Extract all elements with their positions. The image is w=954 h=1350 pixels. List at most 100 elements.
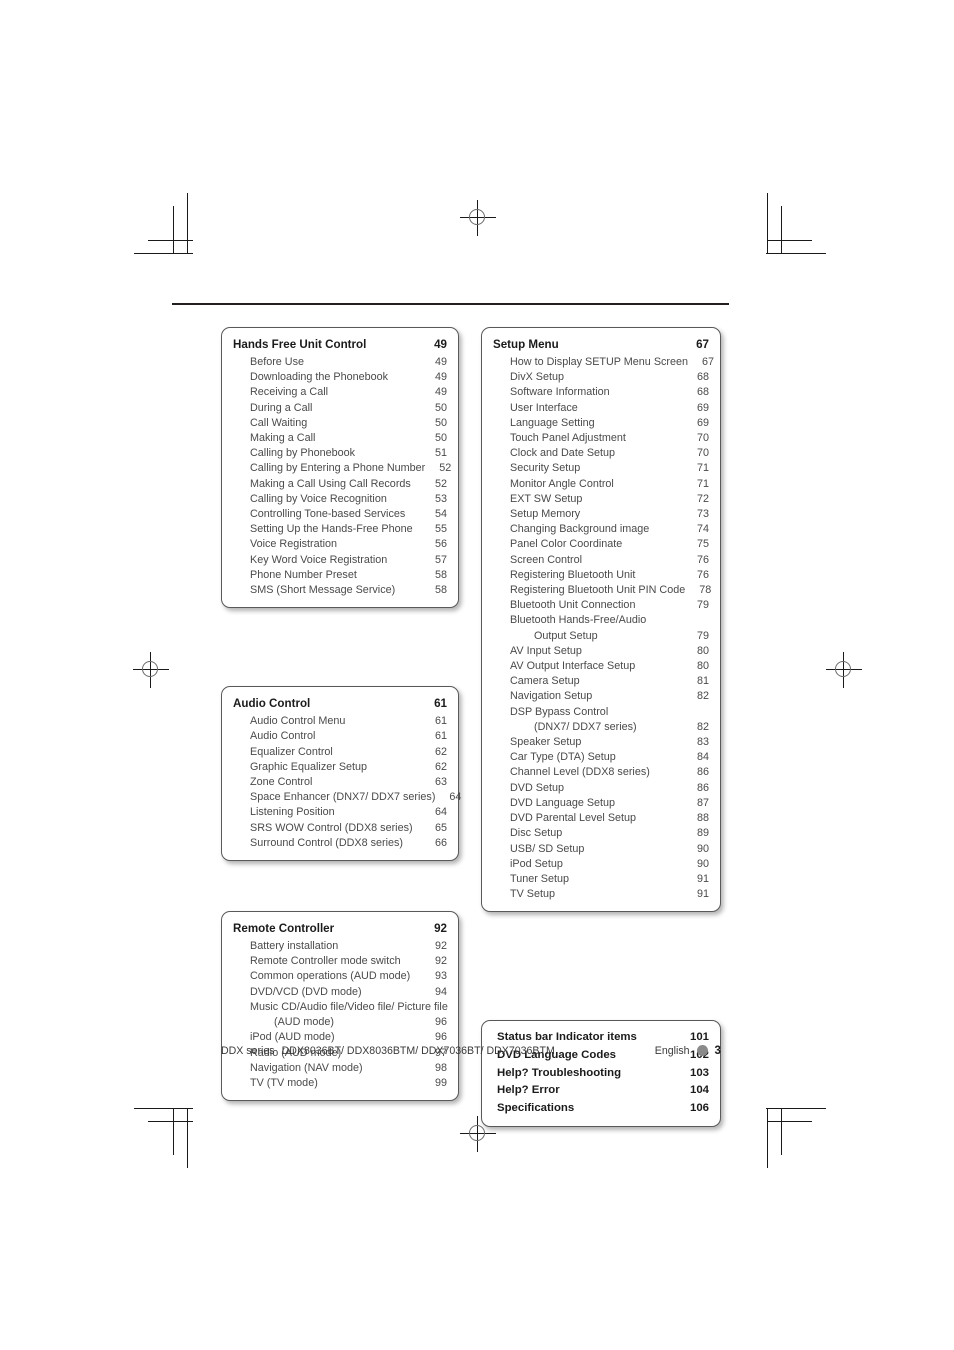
toc-entry[interactable]: Receiving a Call 49	[233, 385, 447, 400]
toc-entry-label: Camera Setup	[510, 675, 580, 688]
toc-entry-page: 87	[696, 796, 709, 809]
column-gap	[481, 912, 721, 1020]
toc-entry[interactable]: Calling by Voice Recognition 53	[233, 492, 447, 507]
toc-entry[interactable]: Car Type (DTA) Setup 84	[493, 750, 709, 765]
toc-entry-page: 90	[696, 857, 709, 870]
toc-entry[interactable]: Zone Control 63	[233, 775, 447, 790]
toc-entry[interactable]: USB/ SD Setup 90	[493, 842, 709, 857]
toc-entry[interactable]: TV (TV mode) 99	[233, 1076, 447, 1091]
toc-entry[interactable]: Setup Memory 73	[493, 507, 709, 522]
toc-box-appendix-summary: Status bar Indicator items 101 DVD Langu…	[481, 1020, 721, 1128]
toc-entry[interactable]: Changing Background image 74	[493, 522, 709, 537]
toc-entry[interactable]: Phone Number Preset 58	[233, 568, 447, 583]
toc-entry-continuation[interactable]: (AUD mode) 96	[233, 1015, 447, 1030]
toc-entry[interactable]: DVD Language Setup 87	[493, 796, 709, 811]
toc-entry-page: 104	[689, 1084, 709, 1097]
toc-entry[interactable]: SMS (Short Message Service) 58	[233, 583, 447, 598]
toc-entry[interactable]: Bluetooth Unit Connection 79	[493, 598, 709, 613]
toc-entry[interactable]: Software Information 68	[493, 385, 709, 400]
toc-entry[interactable]: Channel Level (DDX8 series) 86	[493, 765, 709, 780]
toc-entry-page: 74	[696, 523, 709, 536]
toc-entry[interactable]: AV Input Setup 80	[493, 644, 709, 659]
toc-entry[interactable]: Disc Setup 89	[493, 826, 709, 841]
toc-entry[interactable]: Navigation (NAV mode) 98	[233, 1061, 447, 1076]
toc-entry[interactable]: Touch Panel Adjustment 70	[493, 431, 709, 446]
toc-box-setup-menu: Setup Menu 67 How to Display SETUP Menu …	[481, 327, 721, 913]
toc-heading-hands-free-unit-control[interactable]: Hands Free Unit Control 49	[233, 336, 447, 354]
toc-entry[interactable]: Surround Control (DDX8 series) 66	[233, 836, 447, 851]
toc-entry[interactable]: DVD Setup 86	[493, 781, 709, 796]
toc-entry-page: 84	[696, 751, 709, 764]
toc-entry[interactable]: Panel Color Coordinate 75	[493, 537, 709, 552]
toc-entry-continuation[interactable]: Output Setup 79	[493, 629, 709, 644]
header-rule	[172, 303, 729, 305]
toc-entry[interactable]: Monitor Angle Control 71	[493, 477, 709, 492]
toc-entry[interactable]: SRS WOW Control (DDX8 series) 65	[233, 821, 447, 836]
toc-entry[interactable]: Audio Control Menu 61	[233, 714, 447, 729]
toc-entry[interactable]: Making a Call 50	[233, 431, 447, 446]
toc-entry-label: TV Setup	[510, 888, 556, 901]
toc-entry[interactable]: Help? Troubleshooting 103	[493, 1065, 709, 1083]
toc-entry[interactable]: Screen Control 76	[493, 553, 709, 568]
toc-entry[interactable]: Help? Error 104	[493, 1082, 709, 1100]
toc-entry[interactable]: DVD Parental Level Setup 88	[493, 811, 709, 826]
toc-entry[interactable]: iPod Setup 90	[493, 857, 709, 872]
toc-entry[interactable]: DVD/VCD (DVD mode) 94	[233, 985, 447, 1000]
toc-entry[interactable]: Key Word Voice Registration 57	[233, 553, 447, 568]
toc-entry[interactable]: TV Setup 91	[493, 887, 709, 902]
toc-heading-audio-control[interactable]: Audio Control 61	[233, 695, 447, 713]
toc-entry[interactable]: Registering Bluetooth Unit PIN Code 78	[493, 583, 711, 598]
toc-entry[interactable]: Specifications 106	[493, 1100, 709, 1118]
toc-entry[interactable]: Downloading the Phonebook 49	[233, 370, 447, 385]
toc-entry[interactable]: Calling by Phonebook 51	[233, 446, 447, 461]
toc-entry[interactable]: Security Setup 71	[493, 461, 709, 476]
toc-heading-label: Setup Menu	[493, 338, 559, 351]
toc-entry[interactable]: Audio Control 61	[233, 729, 447, 744]
toc-entry[interactable]: Space Enhancer (DNX7/ DDX7 series) 64	[233, 790, 461, 805]
toc-heading-page: 67	[696, 338, 709, 351]
toc-entry[interactable]: Before Use 49	[233, 355, 447, 370]
toc-entry[interactable]: Battery installation 92	[233, 939, 447, 954]
toc-entry-label: Panel Color Coordinate	[510, 538, 623, 551]
toc-entry[interactable]: DSP Bypass Control	[493, 705, 709, 720]
toc-entry-label: Channel Level (DDX8 series)	[510, 766, 650, 779]
toc-entry[interactable]: Calling by Entering a Phone Number 52	[233, 461, 451, 476]
toc-entry[interactable]: Music CD/Audio file/Video file/ Picture …	[233, 1000, 448, 1015]
toc-entry[interactable]: Equalizer Control 62	[233, 745, 447, 760]
toc-entry[interactable]: User Interface 69	[493, 401, 709, 416]
toc-entry[interactable]: Registering Bluetooth Unit 76	[493, 568, 709, 583]
toc-entry[interactable]: Remote Controller mode switch 92	[233, 954, 447, 969]
toc-entry[interactable]: Voice Registration 56	[233, 537, 447, 552]
toc-entry-continuation[interactable]: (DNX7/ DDX7 series) 82	[493, 720, 709, 735]
toc-entry[interactable]: During a Call 50	[233, 401, 447, 416]
toc-entry-page: 61	[434, 730, 447, 743]
toc-entry[interactable]: Graphic Equalizer Setup 62	[233, 760, 447, 775]
toc-entry[interactable]: DivX Setup 68	[493, 370, 709, 385]
toc-entry-label: EXT SW Setup	[510, 492, 583, 505]
toc-entry[interactable]: Clock and Date Setup 70	[493, 446, 709, 461]
toc-entry[interactable]: Navigation Setup 82	[493, 689, 709, 704]
toc-entry-page: 90	[696, 842, 709, 855]
toc-entry-page: 62	[434, 760, 447, 773]
toc-entry-label: Audio Control Menu	[250, 715, 346, 728]
toc-entry[interactable]: Controlling Tone-based Services 54	[233, 507, 447, 522]
toc-heading-remote-controller[interactable]: Remote Controller 92	[233, 920, 447, 938]
toc-entry[interactable]: Tuner Setup 91	[493, 872, 709, 887]
toc-entry[interactable]: EXT SW Setup 72	[493, 492, 709, 507]
toc-entry[interactable]: Setting Up the Hands-Free Phone 55	[233, 522, 447, 537]
toc-heading-setup-menu[interactable]: Setup Menu 67	[493, 336, 709, 354]
toc-entry[interactable]: Call Waiting 50	[233, 416, 447, 431]
toc-entry[interactable]: How to Display SETUP Menu Screen 67	[493, 355, 714, 370]
toc-entry[interactable]: Bluetooth Hands-Free/Audio	[493, 613, 709, 628]
toc-entry[interactable]: Language Setting 69	[493, 416, 709, 431]
toc-entry[interactable]: AV Output Interface Setup 80	[493, 659, 709, 674]
toc-entry-page: 54	[434, 508, 447, 521]
toc-entry-label: DSP Bypass Control	[510, 705, 609, 718]
toc-entry[interactable]: Camera Setup 81	[493, 674, 709, 689]
toc-entry[interactable]: Making a Call Using Call Records 52	[233, 477, 447, 492]
toc-entry[interactable]: Speaker Setup 83	[493, 735, 709, 750]
toc-entry-label: DVD Setup	[510, 781, 565, 794]
toc-box-remote-controller: Remote Controller 92 Battery installatio…	[221, 911, 459, 1102]
toc-entry[interactable]: Common operations (AUD mode) 93	[233, 969, 447, 984]
toc-entry[interactable]: Listening Position 64	[233, 805, 447, 820]
